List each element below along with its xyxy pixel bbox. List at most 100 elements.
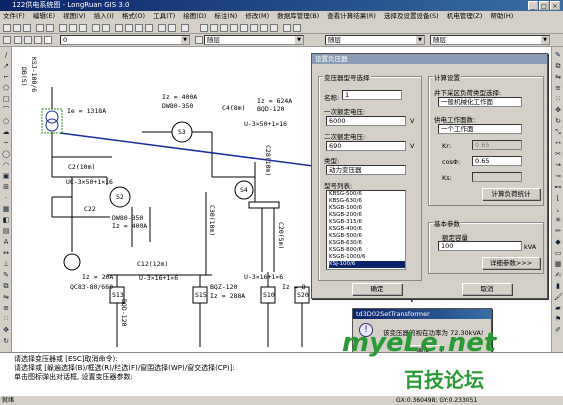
ellipse-arc-icon[interactable]: ◠ <box>2 161 10 169</box>
calc-load-button[interactable]: 计算负荷统计 <box>482 188 540 200</box>
open-icon[interactable] <box>13 24 21 32</box>
region-icon[interactable]: ◧ <box>2 216 10 224</box>
break-icon[interactable]: ⊸ <box>554 172 562 180</box>
list-item[interactable]: KSGB-100/6 <box>329 205 405 212</box>
highlight-icon[interactable]: ▮ <box>554 282 562 290</box>
export-tool-icon[interactable] <box>293 24 301 32</box>
minimize-button[interactable]: _ <box>528 1 538 10</box>
well-load-select[interactable]: 一般机械化工作面 <box>438 97 522 107</box>
ok-button[interactable]: 确定 <box>352 283 402 295</box>
capacity-input[interactable]: 100 <box>438 241 522 251</box>
name-input[interactable]: 1 <box>342 90 402 100</box>
bulb-icon[interactable] <box>14 36 22 44</box>
list-item[interactable]: KSGB-200/6 <box>329 212 405 219</box>
tag-icon[interactable]: ⚑ <box>554 315 562 323</box>
menu-view[interactable]: 视图(V) <box>63 12 86 20</box>
close-button[interactable]: × <box>550 1 560 10</box>
cos-input[interactable]: 0.65 <box>472 156 522 166</box>
layer-manager-icon[interactable] <box>3 36 11 44</box>
model-list[interactable]: KBSG-500/6 KBSG-630/6 KSGB-100/6 KSGB-20… <box>326 190 406 270</box>
motor-tool-icon[interactable] <box>230 24 238 32</box>
supply-face-select[interactable]: 一个工作面 <box>438 124 522 134</box>
rectangle-icon[interactable]: □ <box>2 95 10 103</box>
menu-tools[interactable]: 工具(T) <box>153 12 175 20</box>
color-select[interactable]: 随层 ▼ <box>204 35 304 45</box>
mirror-icon[interactable]: ⇋ <box>554 73 562 81</box>
erase-icon[interactable]: ✎ <box>2 271 10 279</box>
spline-icon[interactable]: ~ <box>2 139 10 147</box>
arc-icon[interactable]: ⌒ <box>2 106 10 114</box>
transformer-tool-icon[interactable] <box>200 24 208 32</box>
rotate-icon[interactable]: ↻ <box>554 117 562 125</box>
menu-results[interactable]: 查看计算结果(R) <box>327 12 376 20</box>
menu-modify[interactable]: 修改(M) <box>245 12 269 20</box>
move-icon[interactable]: ✥ <box>554 106 562 114</box>
menu-edit[interactable]: 编辑(E) <box>33 12 55 20</box>
insert-icon[interactable]: ⊞ <box>2 183 10 191</box>
list-item[interactable]: KBSG-630/6 <box>329 198 405 205</box>
new-icon[interactable] <box>3 24 11 32</box>
setting-tool-icon[interactable] <box>270 24 278 32</box>
zoom-icon[interactable] <box>125 24 133 32</box>
ks-input[interactable] <box>472 172 522 182</box>
polygon-icon[interactable]: ⬠ <box>2 84 10 92</box>
list-item[interactable]: KSGB-315/6 <box>329 219 405 226</box>
table-tool-icon[interactable] <box>250 24 258 32</box>
array-icon[interactable]: ⁙ <box>554 95 562 103</box>
redo-icon[interactable] <box>102 24 110 32</box>
zoom-previous-icon[interactable] <box>145 24 153 32</box>
text-icon[interactable]: A <box>2 238 10 246</box>
erase-icon[interactable]: ✎ <box>554 51 562 59</box>
menu-mech[interactable]: 机电管理(Z) <box>447 12 483 20</box>
properties-icon[interactable] <box>158 24 166 32</box>
print-icon[interactable] <box>36 24 44 32</box>
zoom-window-icon[interactable] <box>135 24 143 32</box>
edit-icon[interactable]: ✍ <box>554 271 562 279</box>
point-icon[interactable]: · <box>2 194 10 202</box>
offset-icon[interactable]: ≡ <box>2 304 10 312</box>
pencil-icon[interactable]: ✏ <box>554 227 562 235</box>
type-select[interactable]: 动力变压器 <box>326 165 406 175</box>
explode-icon[interactable]: ✳ <box>554 216 562 224</box>
circle-icon[interactable]: ○ <box>2 117 10 125</box>
block-icon[interactable]: ▣ <box>2 172 10 180</box>
make-current-icon[interactable] <box>195 36 203 44</box>
cloud-icon[interactable]: ☁ <box>2 128 10 136</box>
menu-file[interactable]: 文件(F) <box>3 12 25 20</box>
list-item[interactable]: KSGB-800/6 <box>329 247 405 254</box>
ruler-icon[interactable]: ▭ <box>554 249 562 257</box>
list-item[interactable]: KSGB-1000/6 <box>329 254 405 261</box>
switch-tool-icon[interactable] <box>210 24 218 32</box>
check-tool-icon[interactable] <box>283 24 291 32</box>
join-icon[interactable]: ⊷ <box>554 183 562 191</box>
hatch-icon[interactable]: ▦ <box>2 205 10 213</box>
copy-icon[interactable] <box>69 24 77 32</box>
grid-icon[interactable]: ▦ <box>554 260 562 268</box>
menu-database[interactable]: 数据库管理(B) <box>277 12 319 20</box>
list-item[interactable]: KSGB-400/6 <box>329 226 405 233</box>
color-swatch-icon[interactable] <box>44 36 52 44</box>
menu-device[interactable]: 选择及设置设备(S) <box>384 12 439 20</box>
lock-icon[interactable] <box>34 36 42 44</box>
secondary-voltage-select[interactable]: 690 <box>326 141 406 151</box>
primary-voltage-select[interactable]: 6000 <box>326 116 406 126</box>
paste-icon[interactable] <box>79 24 87 32</box>
move-icon[interactable]: ✥ <box>2 326 10 334</box>
help-icon[interactable] <box>181 24 189 32</box>
list-item[interactable]: KSGB-500/6 <box>329 233 405 240</box>
trim-icon[interactable]: ✂ <box>554 150 562 158</box>
menu-help[interactable]: 帮助(H) <box>490 12 513 20</box>
table-icon[interactable]: ▤ <box>2 227 10 235</box>
menu-draw[interactable]: 绘图(D) <box>183 12 206 20</box>
stretch-icon[interactable]: ⇿ <box>554 139 562 147</box>
scale-icon[interactable]: ⤡ <box>554 128 562 136</box>
layers-icon[interactable] <box>168 24 176 32</box>
extend-icon[interactable]: → <box>554 161 562 169</box>
fillet-icon[interactable]: ⌞ <box>554 205 562 213</box>
calc-tool-icon[interactable] <box>240 24 248 32</box>
ellipse-icon[interactable]: ◯ <box>2 150 10 158</box>
list-item[interactable]: KSGB-630/6 <box>329 240 405 247</box>
kr-input[interactable]: 0.65 <box>472 140 522 150</box>
pan-icon[interactable] <box>115 24 123 32</box>
menu-annotate[interactable]: 标注(N) <box>214 12 237 20</box>
